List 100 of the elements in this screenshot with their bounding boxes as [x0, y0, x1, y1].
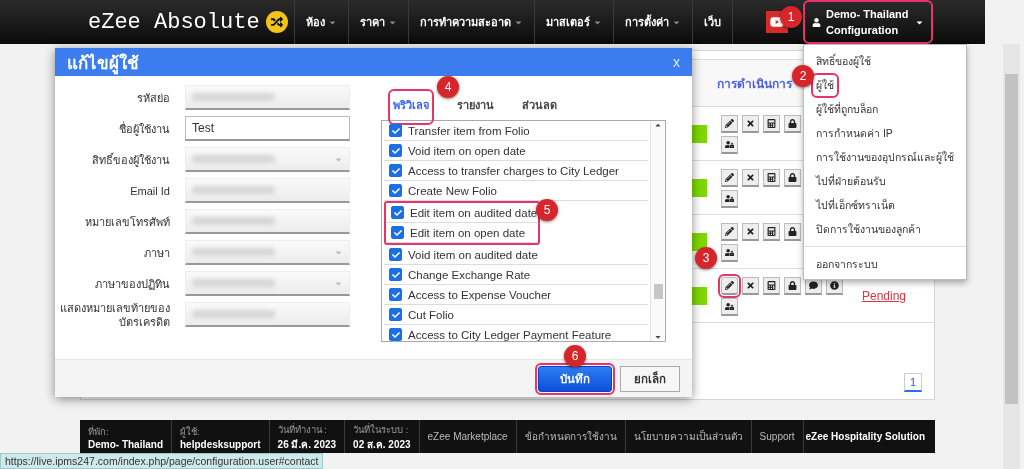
select-field[interactable]: [185, 147, 350, 172]
field-label: สิทธิ์ของผู้ใช้งาน: [91, 152, 170, 167]
select-field[interactable]: [185, 271, 350, 296]
page-button[interactable]: 1: [904, 373, 922, 392]
check-icon: [391, 330, 400, 339]
nav-menu-item[interactable]: การทำความสะอาด: [407, 0, 534, 44]
cross-icon: [746, 227, 755, 236]
column-header-link[interactable]: การดำเนินการ: [717, 73, 792, 93]
scroll-thumb[interactable]: [653, 284, 663, 299]
user-lock-button[interactable]: [721, 298, 738, 316]
pencil-icon: [725, 227, 734, 236]
footer-link[interactable]: นโยบายความเป็นส่วนตัว: [625, 420, 752, 453]
footer-link[interactable]: ข้อกำหนดการใช้งาน: [516, 420, 626, 453]
scroll-up-icon[interactable]: [654, 121, 662, 129]
dropdown-item[interactable]: ไปที่เอ็กซ์ทราเน็ต: [814, 195, 897, 215]
cancel-button[interactable]: ยกเล็ก: [620, 365, 680, 392]
footer-link[interactable]: Support: [751, 420, 804, 453]
device-button[interactable]: [763, 277, 780, 295]
lock-button[interactable]: [784, 115, 801, 133]
delete-button[interactable]: [742, 169, 759, 187]
footer-label: ผู้ใช้:: [180, 424, 201, 439]
dropdown-item[interactable]: สิทธิ์ของผู้ใช้: [814, 51, 873, 71]
page-scrollbar[interactable]: [1003, 44, 1020, 469]
lock-button[interactable]: [784, 277, 801, 295]
delete-button[interactable]: [742, 115, 759, 133]
check-icon: [391, 146, 400, 155]
edit-button[interactable]: [721, 169, 738, 187]
device-button[interactable]: [763, 223, 780, 241]
user-icon: [812, 17, 821, 27]
checkbox[interactable]: [389, 124, 402, 137]
nav-menu-item[interactable]: ห้อง: [293, 0, 348, 44]
privilege-label: Transfer item from Folio: [408, 124, 530, 137]
checkbox[interactable]: [391, 206, 404, 219]
user-menu-button[interactable]: Demo- Thailand Configuration: [806, 3, 930, 41]
footer-value: Demo- Thailand: [88, 438, 163, 450]
privilege-label: Create New Folio: [408, 184, 497, 197]
privilege-label: Void item on audited date: [408, 248, 538, 261]
input-field[interactable]: [185, 178, 350, 203]
edit-button[interactable]: [721, 223, 738, 241]
checkbox[interactable]: [389, 308, 402, 321]
save-button[interactable]: บันทึก: [538, 365, 612, 392]
edit-button[interactable]: [721, 115, 738, 133]
privilege-label: Access to City Ledger Payment Feature: [408, 328, 612, 341]
lock-button[interactable]: [784, 223, 801, 241]
nav-menu-item[interactable]: มาสเตอร์: [533, 0, 613, 44]
scroll-down-icon[interactable]: [654, 333, 662, 341]
select-field[interactable]: [185, 240, 350, 265]
user-lock-icon: [725, 194, 734, 203]
shuffle-icon[interactable]: [265, 11, 288, 33]
nav-menu-item[interactable]: เว็บ: [691, 0, 733, 44]
tab[interactable]: ส่วนลด: [520, 92, 559, 122]
delete-button[interactable]: [742, 223, 759, 241]
device-button[interactable]: [763, 115, 780, 133]
checkbox[interactable]: [391, 226, 404, 239]
info-icon: [830, 281, 839, 290]
lock-button[interactable]: [784, 169, 801, 187]
privilege-label: Edit item on audited date: [410, 206, 538, 219]
app-logo[interactable]: eZee Absolute: [88, 9, 260, 35]
pencil-icon: [725, 119, 734, 128]
privilege-label: Void item on open date: [408, 144, 526, 157]
dropdown-item[interactable]: ปิดการใช้งานของลูกค้า: [814, 219, 923, 239]
check-icon: [391, 290, 400, 299]
logout-item[interactable]: ออกจากระบบ: [814, 254, 880, 274]
footer-label: วันที่ในระบบ :: [353, 422, 410, 437]
nav-menu-item[interactable]: การตั้งค่า: [612, 0, 692, 44]
checkbox[interactable]: [389, 184, 402, 197]
user-lock-button[interactable]: [721, 190, 738, 208]
privilege-label: Access to transfer charges to City Ledger: [408, 164, 619, 177]
user-lock-button[interactable]: [721, 244, 738, 262]
list-scrollbar[interactable]: [650, 121, 665, 341]
check-icon: [391, 270, 400, 279]
checkbox[interactable]: [389, 248, 402, 261]
checkbox[interactable]: [389, 328, 402, 341]
speech-bubble-icon: [809, 281, 818, 290]
checkbox[interactable]: [389, 288, 402, 301]
dropdown-item[interactable]: ผู้ใช้ที่ถูกบล็อก: [814, 99, 880, 119]
checkbox[interactable]: [389, 144, 402, 157]
edit-button[interactable]: [721, 277, 738, 295]
checkbox[interactable]: [389, 164, 402, 177]
input-field[interactable]: [185, 302, 350, 327]
nav-menu-item[interactable]: ราคา: [347, 0, 408, 44]
check-icon: [391, 126, 400, 135]
tab[interactable]: พริวิเลจ: [391, 92, 431, 122]
privilege-label: Cut Folio: [408, 308, 455, 321]
device-button[interactable]: [763, 169, 780, 187]
checkbox[interactable]: [389, 268, 402, 281]
dropdown-item[interactable]: ไปที่ฝ่ายต้อนรับ: [814, 171, 888, 191]
footer-link[interactable]: eZee Marketplace: [419, 420, 517, 453]
input-field[interactable]: [185, 209, 350, 234]
check-icon: [391, 166, 400, 175]
cross-icon: [746, 119, 755, 128]
dropdown-item[interactable]: ผู้ใช้: [814, 75, 836, 95]
input-field[interactable]: Test: [185, 116, 350, 141]
input-field[interactable]: [185, 85, 350, 110]
dropdown-item[interactable]: การใช้งานของอุปกรณ์และผู้ใช้: [814, 147, 956, 167]
dropdown-item[interactable]: การกำหนดค่า IP: [814, 123, 895, 143]
user-lock-button[interactable]: [721, 136, 738, 154]
delete-button[interactable]: [742, 277, 759, 295]
calculator-icon: [767, 119, 776, 128]
status-link[interactable]: Pending: [862, 289, 907, 303]
